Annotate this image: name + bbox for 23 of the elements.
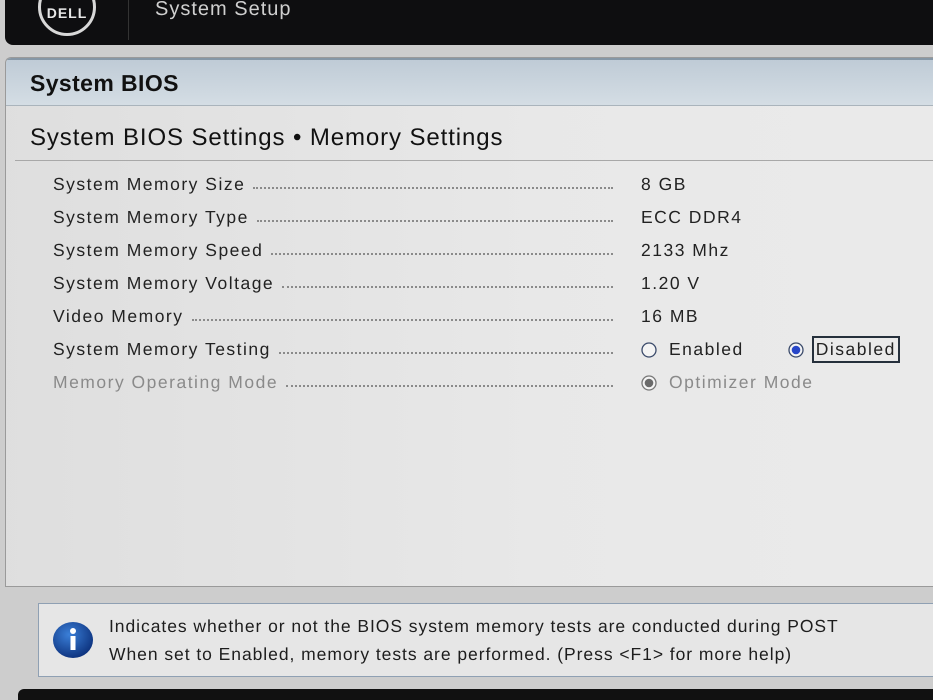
setting-label: System Memory Type [53, 207, 249, 228]
setting-value: 8 GB [641, 174, 687, 195]
setting-value: 16 MB [641, 306, 700, 327]
setting-label: System Memory Voltage [53, 273, 274, 294]
breadcrumb-title: System BIOS Settings • Memory Settings [15, 118, 933, 161]
radio-label[interactable]: Enabled [665, 336, 748, 363]
setting-value: ECC DDR4 [641, 207, 742, 228]
setting-label: Video Memory [53, 306, 184, 327]
setting-label: System Memory Testing [53, 339, 271, 360]
page-title: System BIOS [6, 58, 933, 106]
info-icon [53, 622, 93, 658]
setting-label: System Memory Speed [53, 240, 264, 261]
radio-label[interactable]: Disabled [812, 336, 900, 363]
radio-label: Optimizer Mode [668, 371, 815, 394]
radio-button[interactable] [641, 342, 657, 358]
app-title: System Setup [155, 0, 292, 20]
setting-value: 2133 Mhz [641, 240, 730, 261]
setting-value: 1.20 V [641, 273, 701, 294]
help-text: Indicates whether or not the BIOS system memory tests are conducted during POST When set to Enabled, memory tests are performed. (Press <F1> for more help) [109, 615, 839, 666]
radio-button[interactable] [788, 342, 804, 358]
setting-label: System Memory Size [53, 174, 246, 195]
brand-logo: DELL [38, 0, 96, 36]
setting-label: Memory Operating Mode [53, 372, 278, 393]
